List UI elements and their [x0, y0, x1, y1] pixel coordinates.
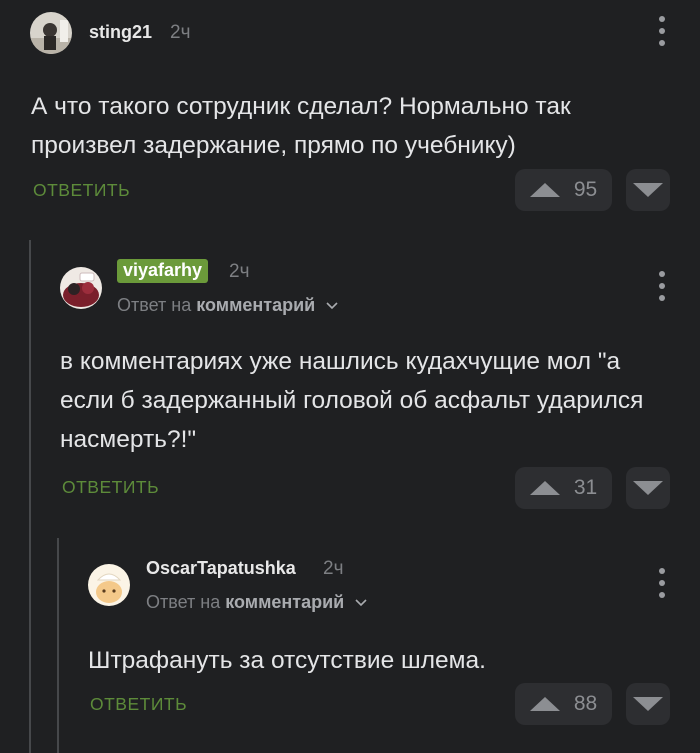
downvote-button[interactable] [626, 467, 670, 509]
reply-to-target: комментарий [225, 592, 345, 612]
comment-text: Штрафануть за отсутствие шлема. [88, 647, 486, 674]
triangle-down-icon [633, 183, 663, 197]
comment-text: А что такого сотрудник сделал? Нормально… [31, 93, 571, 159]
comment-time: 2ч [323, 558, 344, 579]
author-name[interactable]: sting21 [89, 22, 152, 43]
upvote-button[interactable]: 31 [515, 467, 612, 509]
downvote-button[interactable] [626, 169, 670, 211]
thread-line-level-1 [29, 240, 31, 753]
reply-to-link[interactable]: Ответ на комментарий [117, 295, 338, 316]
comment-time: 2ч [170, 22, 191, 43]
avatar[interactable] [88, 564, 130, 606]
rating-count: 95 [573, 178, 598, 201]
rating-count: 88 [573, 692, 598, 715]
reply-to-prefix: Ответ на [146, 592, 221, 612]
reply-to-link[interactable]: Ответ на комментарий [146, 592, 367, 613]
user-avatar-photo-icon [30, 12, 72, 54]
reply-to-prefix: Ответ на [117, 295, 192, 315]
triangle-down-icon [633, 697, 663, 711]
author-name[interactable]: viyafarhy [117, 259, 209, 283]
triangle-up-icon [529, 481, 560, 495]
upvote-button[interactable]: 88 [515, 683, 612, 725]
more-options-icon[interactable] [652, 16, 672, 46]
more-options-icon[interactable] [652, 271, 672, 301]
avatar[interactable] [30, 12, 72, 54]
reply-button[interactable]: ОТВЕТИТЬ [33, 180, 130, 201]
chevron-down-icon [326, 302, 338, 310]
author-name[interactable]: OscarTapatushka [146, 558, 296, 579]
reply-to-target: комментарий [196, 295, 316, 315]
downvote-button[interactable] [626, 683, 670, 725]
user-avatar-illustration-icon [60, 267, 102, 309]
comment-text: в комментариях уже нашлись кудахчущие мо… [60, 348, 644, 453]
triangle-up-icon [529, 697, 560, 711]
rating-count: 31 [573, 476, 598, 499]
comment-time: 2ч [229, 261, 250, 282]
triangle-down-icon [633, 481, 663, 495]
triangle-up-icon [529, 183, 560, 197]
thread-line-level-2 [57, 538, 59, 753]
avatar[interactable] [60, 267, 102, 309]
user-avatar-cartoon-icon [88, 564, 130, 606]
chevron-down-icon [355, 599, 367, 607]
reply-button[interactable]: ОТВЕТИТЬ [90, 694, 187, 715]
more-options-icon[interactable] [652, 568, 672, 598]
upvote-button[interactable]: 95 [515, 169, 612, 211]
reply-button[interactable]: ОТВЕТИТЬ [62, 477, 159, 498]
